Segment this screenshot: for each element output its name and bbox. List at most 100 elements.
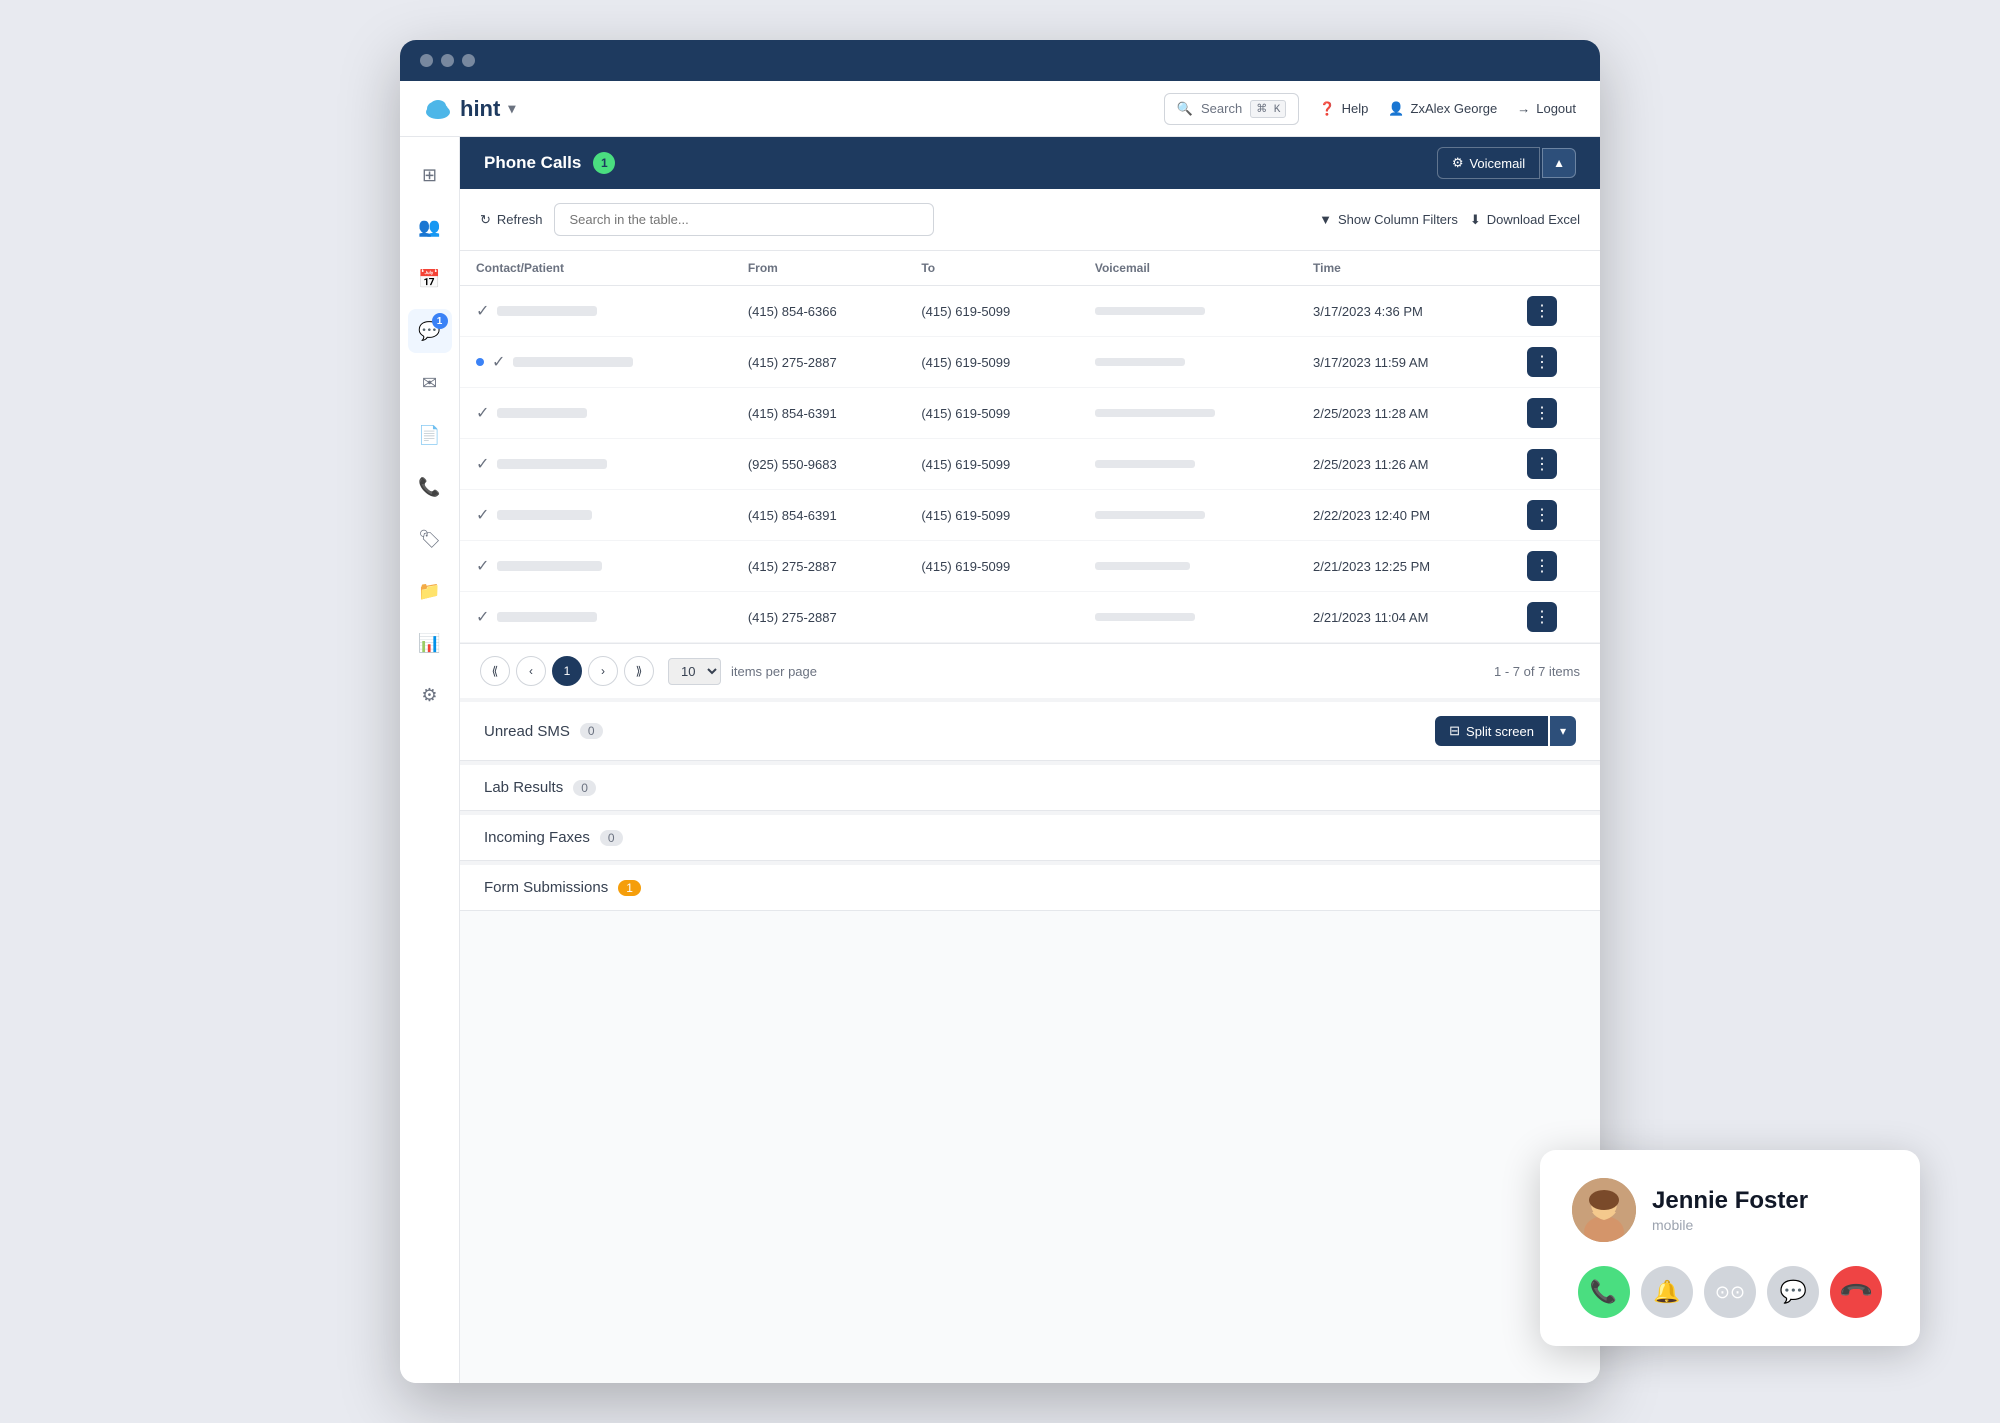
lab-results-row[interactable]: Lab Results 0 [460, 765, 1600, 811]
from-cell-2: (415) 275-2887 [732, 337, 906, 388]
menu-cell-1: ⋮ [1511, 286, 1600, 337]
caller-details: Jennie Foster mobile [1652, 1187, 1808, 1234]
to-cell-5: (415) 619-5099 [905, 490, 1079, 541]
time-cell-6: 2/21/2023 12:25 PM [1297, 541, 1511, 592]
decline-call-button[interactable]: 📞 [1820, 1255, 1894, 1329]
row-menu-button-7[interactable]: ⋮ [1527, 602, 1557, 632]
check-icon: ✓ [476, 505, 489, 525]
logout-link[interactable]: → Logout [1517, 101, 1576, 116]
filter-button[interactable]: ▼ Show Column Filters [1319, 212, 1458, 227]
items-per-page-label: items per page [731, 664, 817, 679]
table-search-input[interactable] [554, 203, 934, 236]
form-submissions-title: Form Submissions 1 [484, 879, 641, 896]
name-placeholder [513, 357, 633, 367]
menu-cell-2: ⋮ [1511, 337, 1600, 388]
phone-calls-title-group: Phone Calls 1 [484, 152, 615, 174]
row-menu-button-6[interactable]: ⋮ [1527, 551, 1557, 581]
call-action-buttons: 📞 🔔 ⊙⊙ 💬 📞 [1572, 1266, 1888, 1318]
contact-cell-3: ✓ [460, 388, 732, 439]
col-from: From [732, 251, 906, 286]
split-screen-dropdown-button[interactable]: ▾ [1550, 716, 1576, 746]
search-label: Search [1201, 101, 1242, 116]
form-submissions-badge: 1 [618, 880, 641, 896]
app-layout: ⊞ 👥 📅 💬 1 ✉ 📄 📞 🏷 📁 📊 ⚙ Phone Calls 1 [400, 137, 1600, 1383]
time-cell-3: 2/25/2023 11:28 AM [1297, 388, 1511, 439]
row-menu-button-4[interactable]: ⋮ [1527, 449, 1557, 479]
refresh-button[interactable]: ↻ Refresh [480, 212, 542, 228]
page-1-button[interactable]: 1 [552, 656, 582, 686]
to-cell-3: (415) 619-5099 [905, 388, 1079, 439]
form-submissions-row[interactable]: Form Submissions 1 [460, 865, 1600, 911]
voicemail-cell-6 [1079, 541, 1297, 592]
row-menu-button-3[interactable]: ⋮ [1527, 398, 1557, 428]
time-cell-2: 3/17/2023 11:59 AM [1297, 337, 1511, 388]
check-icon: ✓ [492, 352, 505, 372]
top-nav-right: 🔍 Search ⌘ K ❓ Help 👤 ZxAlex George → Lo… [1164, 93, 1576, 125]
logo-text: hint [460, 96, 500, 122]
name-placeholder [497, 612, 597, 622]
page-next-button[interactable]: › [588, 656, 618, 686]
silence-call-button[interactable]: 🔔 [1641, 1266, 1693, 1318]
contact-cell-2: ✓ [460, 337, 732, 388]
sidebar-item-patients[interactable]: 👥 [408, 205, 452, 249]
check-icon: ✓ [476, 403, 489, 423]
download-button[interactable]: ⬇ Download Excel [1470, 212, 1580, 228]
sidebar-item-messages[interactable]: 💬 1 [408, 309, 452, 353]
contact-cell-4: ✓ [460, 439, 732, 490]
menu-cell-6: ⋮ [1511, 541, 1600, 592]
contact-cell-7: ✓ [460, 592, 732, 643]
lab-results-section: Lab Results 0 [460, 761, 1600, 811]
sidebar-item-calendar[interactable]: 📅 [408, 257, 452, 301]
row-menu-button-5[interactable]: ⋮ [1527, 500, 1557, 530]
page-last-button[interactable]: ⟫ [624, 656, 654, 686]
time-cell-1: 3/17/2023 4:36 PM [1297, 286, 1511, 337]
menu-cell-7: ⋮ [1511, 592, 1600, 643]
caller-name: Jennie Foster [1652, 1187, 1808, 1216]
incoming-faxes-row[interactable]: Incoming Faxes 0 [460, 815, 1600, 861]
app-logo[interactable]: hint ▾ [424, 96, 515, 122]
unread-sms-row[interactable]: Unread SMS 0 ⊟ Split screen ▾ [460, 702, 1600, 761]
message-call-button[interactable]: 💬 [1767, 1266, 1819, 1318]
sidebar-item-phone[interactable]: 📞 [408, 465, 452, 509]
sidebar-item-tags[interactable]: 🏷 [408, 517, 452, 561]
voicemail-call-button[interactable]: ⊙⊙ [1704, 1266, 1756, 1318]
caller-info: Jennie Foster mobile [1572, 1178, 1888, 1242]
search-shortcut: ⌘ K [1250, 100, 1286, 118]
check-icon: ✓ [476, 607, 489, 627]
incoming-faxes-badge: 0 [600, 830, 623, 846]
page-first-button[interactable]: ⟪ [480, 656, 510, 686]
time-cell-4: 2/25/2023 11:26 AM [1297, 439, 1511, 490]
voicemail-cell-5 [1079, 490, 1297, 541]
sidebar-item-analytics[interactable]: 📊 [408, 621, 452, 665]
voicemail-button[interactable]: ⚙ Voicemail [1437, 147, 1540, 179]
from-cell-6: (415) 275-2887 [732, 541, 906, 592]
search-bar[interactable]: 🔍 Search ⌘ K [1164, 93, 1300, 125]
browser-dot-red [420, 54, 433, 67]
voicemail-dropdown-button[interactable]: ▲ [1542, 148, 1576, 178]
table-row: ✓ (415) 275-2887 (415) 619-5099 3/17/202… [460, 337, 1600, 388]
voicemail-cell-7 [1079, 592, 1297, 643]
sidebar-item-email[interactable]: ✉ [408, 361, 452, 405]
sidebar-item-documents[interactable]: 📄 [408, 413, 452, 457]
row-menu-button-2[interactable]: ⋮ [1527, 347, 1557, 377]
voicemail-placeholder [1095, 460, 1195, 468]
per-page-select[interactable]: 10 25 50 [668, 658, 721, 685]
sidebar-item-folders[interactable]: 📁 [408, 569, 452, 613]
row-menu-button-1[interactable]: ⋮ [1527, 296, 1557, 326]
pagination-summary: 1 - 7 of 7 items [1494, 664, 1580, 679]
unread-sms-section: Unread SMS 0 ⊟ Split screen ▾ [460, 698, 1600, 761]
sidebar-item-settings[interactable]: ⚙ [408, 673, 452, 717]
sidebar-item-dashboard[interactable]: ⊞ [408, 153, 452, 197]
user-menu[interactable]: 👤 ZxAlex George [1388, 101, 1497, 117]
accept-call-button[interactable]: 📞 [1578, 1266, 1630, 1318]
page-prev-button[interactable]: ‹ [516, 656, 546, 686]
table-row: ✓ (415) 275-2887 2/21/2023 11:04 AM ⋮ [460, 592, 1600, 643]
logo-dropdown-icon[interactable]: ▾ [508, 100, 515, 117]
help-link[interactable]: ❓ Help [1319, 101, 1368, 117]
from-cell-4: (925) 550-9683 [732, 439, 906, 490]
split-screen-button[interactable]: ⊟ Split screen [1435, 716, 1548, 746]
incoming-call-card: Jennie Foster mobile 📞 🔔 ⊙⊙ 💬 📞 [1540, 1150, 1920, 1346]
gear-icon: ⚙ [1452, 155, 1464, 171]
voicemail-placeholder [1095, 409, 1215, 417]
logout-icon: → [1517, 101, 1530, 116]
